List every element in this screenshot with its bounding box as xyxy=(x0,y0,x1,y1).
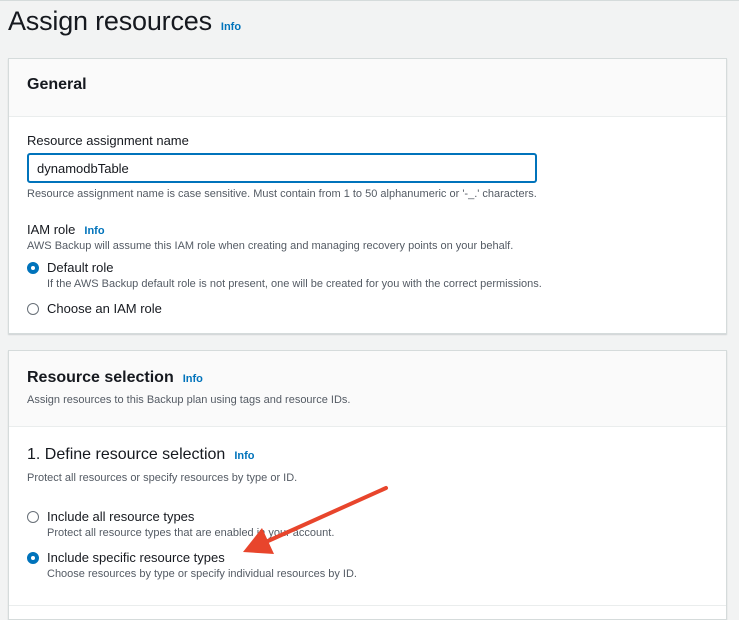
resource-selection-description: Assign resources to this Backup plan usi… xyxy=(27,394,351,406)
default-role-description: If the AWS Backup default role is not pr… xyxy=(47,278,542,290)
choose-iam-role-option[interactable]: Choose an IAM role xyxy=(27,301,162,316)
resource-selection-info-link[interactable]: Info xyxy=(183,373,203,385)
include-all-types-option[interactable]: Include all resource types xyxy=(27,509,194,524)
resource-selection-heading: Resource selection Info xyxy=(27,369,203,387)
general-panel: General Resource assignment name Resourc… xyxy=(8,58,727,334)
page-info-link[interactable]: Info xyxy=(221,21,241,33)
assignment-name-hint: Resource assignment name is case sensiti… xyxy=(27,188,537,200)
resource-selection-panel: Resource selection Info Assign resources… xyxy=(8,350,727,620)
iam-role-label: IAM role xyxy=(27,222,76,237)
section-divider xyxy=(9,605,726,606)
iam-role-heading: IAM role Info xyxy=(27,222,105,237)
assignment-name-label: Resource assignment name xyxy=(27,133,189,148)
default-role-label: Default role xyxy=(47,260,114,275)
assignment-name-input[interactable] xyxy=(27,153,537,183)
choose-iam-role-label: Choose an IAM role xyxy=(47,301,162,316)
define-selection-info-link[interactable]: Info xyxy=(234,450,254,462)
page-header: Assign resources Info xyxy=(8,6,241,37)
page-title: Assign resources xyxy=(8,6,212,36)
define-selection-heading: 1. Define resource selection Info xyxy=(27,446,255,464)
iam-role-info-link[interactable]: Info xyxy=(84,225,104,237)
include-specific-types-option[interactable]: Include specific resource types xyxy=(27,550,225,565)
include-specific-types-radio[interactable] xyxy=(27,551,39,564)
define-selection-title: 1. Define resource selection xyxy=(27,446,226,463)
choose-iam-role-radio[interactable] xyxy=(27,302,39,315)
include-all-types-description: Protect all resource types that are enab… xyxy=(47,527,335,539)
resource-selection-title: Resource selection xyxy=(27,369,174,386)
include-specific-types-label: Include specific resource types xyxy=(47,550,225,565)
general-title: General xyxy=(27,76,87,93)
iam-role-description: AWS Backup will assume this IAM role whe… xyxy=(27,240,514,252)
default-role-option[interactable]: Default role xyxy=(27,260,113,275)
resource-selection-header: Resource selection Info Assign resources… xyxy=(9,351,726,427)
define-selection-description: Protect all resources or specify resourc… xyxy=(27,472,298,484)
default-role-radio[interactable] xyxy=(27,261,39,274)
top-border xyxy=(0,0,739,1)
include-specific-types-description: Choose resources by type or specify indi… xyxy=(47,568,357,580)
include-all-types-label: Include all resource types xyxy=(47,509,195,524)
general-panel-header: General xyxy=(9,59,726,117)
include-all-types-radio[interactable] xyxy=(27,510,39,523)
